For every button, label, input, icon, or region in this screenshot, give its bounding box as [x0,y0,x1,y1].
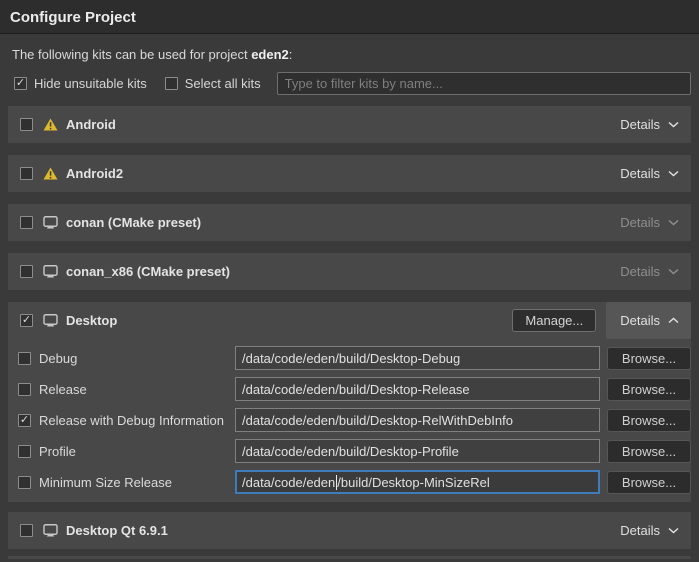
kit-checkbox[interactable] [20,118,33,131]
monitor-icon [43,216,58,229]
config-checkbox-group[interactable]: Release with Debug Information [18,413,235,428]
browse-button[interactable]: Browse... [607,440,691,463]
kit-row-desktop: Desktop Manage... Details [8,302,691,339]
kit-name: Android [66,117,116,132]
details-button[interactable]: Details [606,106,691,143]
config-label: Minimum Size Release [39,475,172,490]
config-checkbox-group[interactable]: Profile [18,444,235,459]
warning-icon [43,167,58,180]
intro-prefix: The following kits can be used for proje… [12,47,251,62]
kit-checkbox[interactable] [20,216,33,229]
page-header: Configure Project [0,0,699,34]
warning-icon [43,118,58,131]
intro-text: The following kits can be used for proje… [12,47,699,62]
partial-next-kit-row [8,556,691,559]
details-label: Details [620,215,660,230]
manage-kits-button[interactable]: Manage... [512,309,596,332]
details-button[interactable]: Details [606,155,691,192]
checkbox-unchecked-icon [18,476,31,489]
chevron-down-icon [668,527,679,534]
browse-button[interactable]: Browse... [607,347,691,370]
details-label: Details [620,117,660,132]
checkbox-unchecked-icon [18,445,31,458]
build-dir-input[interactable] [235,377,600,401]
build-config-list: Debug Browse... Release Browse... Releas… [8,339,691,494]
intro-suffix: : [289,47,293,62]
kit-panel-desktop: Desktop Manage... Details Debug Browse..… [8,302,691,502]
kit-name: conan (CMake preset) [66,215,201,230]
config-row-debug: Debug Browse... [8,346,691,370]
checkbox-checked-icon [14,77,27,90]
config-row-profile: Profile Browse... [8,439,691,463]
kit-name: Desktop [66,313,117,328]
kit-checkbox[interactable] [20,524,33,537]
kit-row-desktop-qt-691: Desktop Qt 6.9.1 Details [8,512,691,549]
select-all-kits-checkbox[interactable]: Select all kits [165,76,261,91]
kit-checkbox[interactable] [20,265,33,278]
kit-filter-input[interactable] [277,72,691,95]
hide-unsuitable-kits-checkbox[interactable]: Hide unsuitable kits [14,76,147,91]
config-label: Debug [39,351,77,366]
config-row-release: Release Browse... [8,377,691,401]
config-checkbox-group[interactable]: Debug [18,351,235,366]
details-button-disabled: Details [606,253,691,290]
details-button[interactable]: Details [606,302,691,339]
checkbox-unchecked-icon [165,77,178,90]
details-label: Details [620,166,660,181]
path-after-cursor: /build/Desktop-MinSizeRel [337,475,489,490]
config-label: Release [39,382,87,397]
browse-button[interactable]: Browse... [607,471,691,494]
page-title: Configure Project [10,9,689,26]
chevron-down-icon [668,170,679,177]
build-dir-input[interactable] [235,408,600,432]
chevron-down-icon [668,268,679,275]
config-label: Release with Debug Information [39,413,224,428]
browse-button[interactable]: Browse... [607,378,691,401]
config-row-minsizerel: Minimum Size Release /data/code/eden/bui… [8,470,691,494]
details-label: Details [620,313,660,328]
monitor-icon [43,314,58,327]
checkbox-unchecked-icon [18,383,31,396]
kit-row-conan: conan (CMake preset) Details [8,204,691,241]
config-label: Profile [39,444,76,459]
path-before-cursor: /data/code/eden [242,475,335,490]
kit-name: conan_x86 (CMake preset) [66,264,230,279]
monitor-icon [43,265,58,278]
checkbox-unchecked-icon [18,352,31,365]
filter-controls: Hide unsuitable kits Select all kits [14,72,691,95]
config-checkbox-group[interactable]: Minimum Size Release [18,475,235,490]
browse-button[interactable]: Browse... [607,409,691,432]
kit-list: Android Details Android2 Details conan (… [0,106,699,559]
build-dir-input-focused[interactable]: /data/code/eden/build/Desktop-MinSizeRel [235,470,600,494]
kit-row-android: Android Details [8,106,691,143]
build-dir-input[interactable] [235,346,600,370]
config-checkbox-group[interactable]: Release [18,382,235,397]
select-all-kits-label: Select all kits [185,76,261,91]
kit-checkbox[interactable] [20,167,33,180]
chevron-up-icon [668,317,679,324]
kit-name: Desktop Qt 6.9.1 [66,523,168,538]
hide-unsuitable-kits-label: Hide unsuitable kits [34,76,147,91]
checkbox-checked-icon [18,414,31,427]
chevron-down-icon [668,219,679,226]
details-button[interactable]: Details [606,512,691,549]
details-label: Details [620,264,660,279]
kit-name: Android2 [66,166,123,181]
kit-row-conan-x86: conan_x86 (CMake preset) Details [8,253,691,290]
details-button-disabled: Details [606,204,691,241]
chevron-down-icon [668,121,679,128]
project-name: eden2 [251,47,289,62]
config-row-relwithdebinfo: Release with Debug Information Browse... [8,408,691,432]
build-dir-input[interactable] [235,439,600,463]
monitor-icon [43,524,58,537]
kit-checkbox[interactable] [20,314,33,327]
kit-row-android2: Android2 Details [8,155,691,192]
details-label: Details [620,523,660,538]
